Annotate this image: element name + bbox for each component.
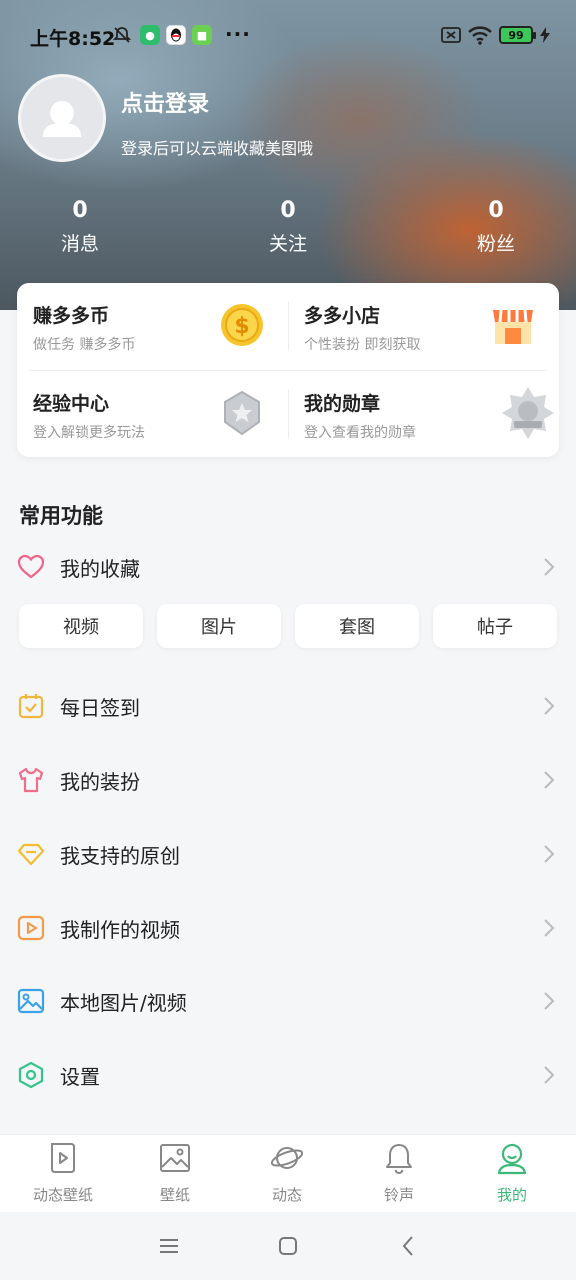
card-title: 经验中心 — [33, 393, 110, 415]
card-subtitle: 做任务 赚多多币 — [33, 337, 136, 353]
qq-app-icon — [166, 25, 186, 45]
row-label: 我的收藏 — [60, 557, 140, 581]
nav-label: 动态 — [271, 1186, 302, 1204]
diamond-icon — [17, 843, 45, 866]
card-title: 我的勋章 — [304, 393, 381, 415]
svg-text:$: $ — [234, 314, 249, 339]
bell-icon — [386, 1144, 412, 1175]
default-avatar-icon — [43, 101, 81, 137]
row-label: 每日签到 — [60, 696, 140, 720]
security-app-icon: ● — [140, 25, 160, 45]
chevron-right-icon — [544, 771, 555, 789]
row-label: 设置 — [60, 1065, 100, 1089]
live-wallpaper-icon — [51, 1143, 75, 1173]
home-icon[interactable] — [274, 1232, 302, 1260]
nav-label: 动态壁纸 — [32, 1186, 93, 1204]
row-label: 我支持的原创 — [60, 844, 180, 868]
tab-gallery[interactable]: 套图 — [295, 604, 419, 648]
mute-bell-icon — [112, 27, 132, 43]
card-medals[interactable]: 我的勋章 登入查看我的勋章 — [304, 371, 559, 451]
nav-label: 我的 — [496, 1186, 527, 1204]
nav-mine[interactable]: 我的 — [456, 1135, 568, 1213]
chevron-right-icon — [544, 845, 555, 863]
status-time: 上午8:52 — [30, 28, 116, 50]
login-subtitle: 登录后可以云端收藏美图哦 — [121, 139, 314, 158]
row-my-outfits[interactable]: 我的装扮 — [0, 750, 576, 810]
no-sim-icon — [441, 27, 461, 43]
card-title: 赚多多币 — [33, 305, 110, 327]
card-subtitle: 登入解锁更多玩法 — [33, 425, 145, 441]
nav-wallpaper[interactable]: 壁纸 — [119, 1135, 231, 1213]
settings-hexagon-icon — [18, 1061, 44, 1089]
nav-feed[interactable]: 动态 — [231, 1135, 343, 1213]
row-supported-originals[interactable]: 我支持的原创 — [0, 824, 576, 884]
stat-following[interactable]: 0 关注 — [228, 198, 348, 256]
nav-live-wallpaper[interactable]: 动态壁纸 — [7, 1135, 119, 1213]
profile-icon — [497, 1143, 527, 1175]
video-play-icon — [17, 915, 45, 941]
stat-value: 0 — [280, 198, 296, 223]
stat-value: 0 — [72, 198, 88, 223]
shop-icon — [493, 309, 533, 344]
row-settings[interactable]: 设置 — [0, 1045, 576, 1105]
chevron-right-icon — [544, 558, 555, 576]
row-label: 我的装扮 — [60, 770, 140, 794]
tshirt-icon — [18, 767, 44, 793]
more-notifications-icon: ··· — [225, 22, 251, 46]
bottom-navigation: 动态壁纸 壁纸 动态 铃声 我的 — [0, 1134, 576, 1212]
stat-label: 消息 — [60, 233, 99, 255]
row-label: 我制作的视频 — [60, 918, 180, 942]
system-navigation-bar — [0, 1212, 576, 1280]
card-title: 多多小店 — [304, 305, 381, 327]
chevron-right-icon — [544, 697, 555, 715]
feature-cards: 赚多多币 做任务 赚多多币 $ 多多小店 个性装扮 即刻获取 经验中心 登入解锁… — [17, 283, 559, 457]
section-title: 常用功能 — [19, 504, 103, 528]
status-bar: 上午8:52 ● ■ ··· 99 — [0, 0, 576, 70]
tab-video[interactable]: 视频 — [19, 604, 143, 648]
login-title[interactable]: 点击登录 — [121, 86, 209, 118]
chevron-right-icon — [544, 919, 555, 937]
card-shop[interactable]: 多多小店 个性装扮 即刻获取 — [304, 283, 559, 363]
card-subtitle: 个性装扮 即刻获取 — [304, 337, 421, 353]
tab-image[interactable]: 图片 — [157, 604, 281, 648]
wifi-icon — [468, 26, 492, 45]
battery-level: 99 — [508, 28, 524, 42]
card-experience[interactable]: 经验中心 登入解锁更多玩法 — [33, 371, 288, 451]
card-earn-coins[interactable]: 赚多多币 做任务 赚多多币 $ — [33, 283, 288, 363]
coin-icon: $ — [221, 304, 263, 346]
card-subtitle: 登入查看我的勋章 — [304, 425, 416, 441]
row-my-videos[interactable]: 我制作的视频 — [0, 898, 576, 958]
row-daily-checkin[interactable]: 每日签到 — [0, 676, 576, 736]
row-favorites[interactable]: 我的收藏 — [0, 537, 576, 597]
row-label: 本地图片/视频 — [60, 991, 187, 1015]
nav-ringtone[interactable]: 铃声 — [343, 1135, 455, 1213]
planet-icon — [271, 1147, 303, 1169]
favorites-tabs: 视频 图片 套图 帖子 — [19, 604, 557, 648]
heart-icon — [17, 554, 45, 579]
nav-label: 铃声 — [383, 1186, 414, 1204]
medal-icon — [502, 387, 554, 439]
stat-messages[interactable]: 0 消息 — [20, 198, 140, 256]
battery-indicator: 99 — [499, 26, 536, 44]
wallpaper-icon — [160, 1144, 190, 1172]
charging-icon — [540, 27, 550, 43]
card-divider — [288, 301, 289, 351]
stat-followers[interactable]: 0 粉丝 — [436, 198, 556, 256]
stat-label: 粉丝 — [476, 233, 515, 255]
stat-value: 0 — [488, 198, 504, 223]
menu-icon[interactable] — [155, 1232, 183, 1260]
back-icon[interactable] — [395, 1232, 423, 1260]
chevron-right-icon — [544, 992, 555, 1010]
card-divider — [288, 389, 289, 439]
nav-label: 壁纸 — [159, 1186, 190, 1204]
row-local-media[interactable]: 本地图片/视频 — [0, 971, 576, 1031]
chevron-right-icon — [544, 1066, 555, 1084]
star-badge-icon — [224, 390, 260, 436]
android-app-icon: ■ — [192, 25, 212, 45]
stat-label: 关注 — [268, 233, 307, 255]
image-icon — [17, 988, 45, 1014]
tab-post[interactable]: 帖子 — [433, 604, 557, 648]
calendar-check-icon — [18, 694, 44, 719]
avatar[interactable] — [18, 74, 106, 162]
